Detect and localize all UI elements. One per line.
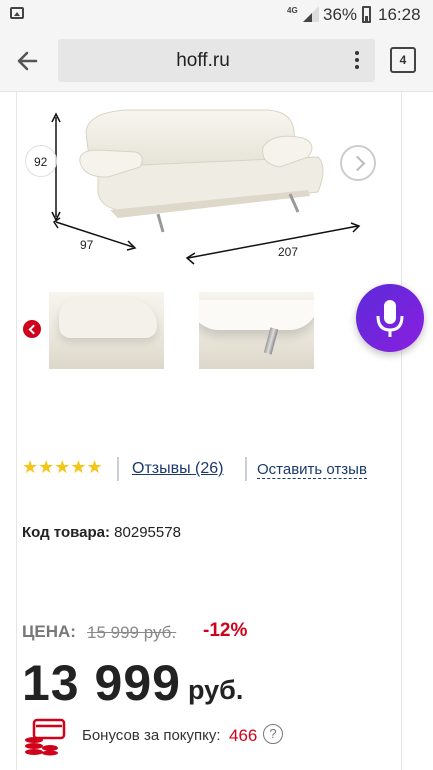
- network-type: 4G: [287, 6, 298, 15]
- battery-icon: [362, 6, 371, 23]
- sku-value: 80295578: [114, 524, 181, 541]
- thumbnail-image[interactable]: [49, 292, 164, 369]
- url-text[interactable]: hoff.ru: [58, 50, 348, 72]
- dimension-height: 92: [34, 155, 48, 169]
- discount-badge: -12%: [203, 620, 248, 641]
- sku-label: Код товара:: [22, 524, 110, 541]
- bonus-row: Бонусов за покупку: 466 ?: [22, 716, 322, 756]
- divider: [117, 457, 119, 481]
- battery-percent: 36%: [323, 5, 358, 24]
- old-price: 15 999 руб.: [87, 623, 177, 642]
- back-arrow-icon[interactable]: [14, 46, 44, 76]
- chevron-left-icon[interactable]: [23, 320, 41, 338]
- reviews-link[interactable]: Отзывы (26): [132, 460, 224, 478]
- thumbnail-image[interactable]: [199, 292, 314, 369]
- dimension-width: 207: [278, 245, 299, 259]
- signal-icon: [303, 6, 319, 22]
- clock: 16:28: [378, 5, 421, 24]
- help-icon[interactable]: ?: [263, 724, 283, 744]
- rating-row: ★★★★★ Отзывы (26) Оставить отзыв: [22, 457, 382, 481]
- leave-review-link[interactable]: Оставить отзыв: [257, 461, 367, 479]
- current-price: 13 999: [22, 655, 181, 711]
- tabs-icon[interactable]: 4: [390, 47, 416, 73]
- page-content: 92 97 207 ★★★★★ Отзывы (26) Оставить отз…: [0, 92, 433, 770]
- currency: руб.: [188, 675, 244, 705]
- sku: Код товара: 80295578: [22, 524, 181, 541]
- divider: [401, 92, 402, 770]
- bonus-wallet-icon: [25, 718, 66, 756]
- bonus-value: 466: [229, 726, 258, 745]
- divider: [245, 457, 247, 481]
- microphone-icon[interactable]: [356, 284, 424, 352]
- gallery-icon: [10, 7, 24, 19]
- chevron-right-icon[interactable]: [340, 145, 376, 181]
- divider: [16, 92, 17, 770]
- menu-dots-icon[interactable]: [355, 51, 360, 71]
- sofa-dimension-image: [51, 109, 361, 265]
- bonus-label: Бонусов за покупку:: [82, 727, 221, 744]
- address-bar[interactable]: hoff.ru: [58, 39, 375, 82]
- dimension-depth: 97: [80, 238, 94, 252]
- status-bar: 4G 36% 16:28: [0, 0, 433, 30]
- price-label: ЦЕНА:: [22, 622, 76, 641]
- browser-toolbar: hoff.ru 4: [0, 30, 433, 92]
- rating-stars: ★★★★★: [22, 457, 103, 477]
